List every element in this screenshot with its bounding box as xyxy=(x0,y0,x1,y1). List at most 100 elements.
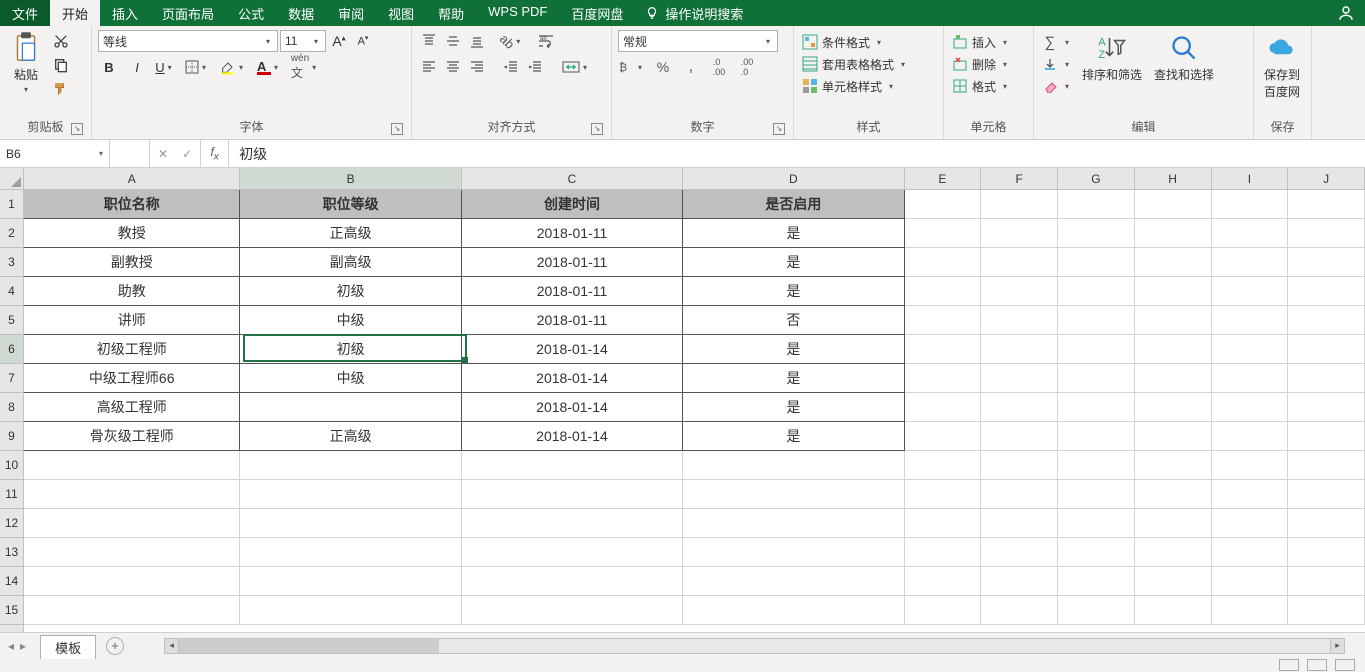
cell[interactable] xyxy=(1288,393,1365,422)
cell[interactable]: 2018-01-14 xyxy=(462,422,683,451)
cell[interactable] xyxy=(462,596,683,625)
cell[interactable] xyxy=(1135,480,1212,509)
cell[interactable] xyxy=(1058,596,1135,625)
cell[interactable] xyxy=(1135,219,1212,248)
copy-button[interactable] xyxy=(50,54,72,76)
cell[interactable] xyxy=(905,335,982,364)
accept-formula-button[interactable]: ✓ xyxy=(182,147,192,161)
cell[interactable] xyxy=(240,567,461,596)
cell[interactable] xyxy=(1058,277,1135,306)
save-baidu-button[interactable]: 保存到 百度网 xyxy=(1260,30,1304,102)
cell[interactable] xyxy=(1212,364,1289,393)
cell[interactable] xyxy=(1135,335,1212,364)
cell[interactable] xyxy=(1288,219,1365,248)
cell[interactable] xyxy=(462,567,683,596)
align-middle-button[interactable] xyxy=(442,30,464,52)
cell[interactable] xyxy=(1058,538,1135,567)
paste-button[interactable]: 粘贴 ▾ xyxy=(6,30,46,96)
cell[interactable] xyxy=(1212,596,1289,625)
align-bottom-button[interactable] xyxy=(466,30,488,52)
cell[interactable] xyxy=(1135,306,1212,335)
cell[interactable] xyxy=(24,596,240,625)
cell[interactable] xyxy=(1058,393,1135,422)
cell[interactable]: 中级 xyxy=(240,306,461,335)
sheet-tab[interactable]: 模板 xyxy=(40,635,96,659)
cell[interactable] xyxy=(1212,509,1289,538)
cell[interactable]: 正高级 xyxy=(240,422,461,451)
cell[interactable]: 副教授 xyxy=(24,248,240,277)
cell[interactable] xyxy=(1212,451,1289,480)
cell[interactable] xyxy=(905,596,982,625)
cell[interactable] xyxy=(1135,451,1212,480)
row-header[interactable]: 6 xyxy=(0,335,23,364)
alignment-launcher[interactable]: ↘ xyxy=(591,123,603,135)
cell[interactable] xyxy=(905,422,982,451)
scroll-right-button[interactable]: ▸ xyxy=(1330,639,1344,653)
insert-cells-button[interactable]: 插入 ▾ xyxy=(950,32,1012,52)
cell[interactable] xyxy=(1288,567,1365,596)
delete-cells-button[interactable]: 删除 ▾ xyxy=(950,54,1012,74)
number-launcher[interactable]: ↘ xyxy=(773,123,785,135)
cell[interactable] xyxy=(981,567,1058,596)
format-painter-button[interactable] xyxy=(50,78,72,100)
cell[interactable] xyxy=(683,451,904,480)
cell[interactable]: 是 xyxy=(683,422,904,451)
cell[interactable] xyxy=(1212,219,1289,248)
cell[interactable] xyxy=(905,509,982,538)
font-color-button[interactable]: A ▾ xyxy=(254,56,284,78)
horizontal-scrollbar[interactable]: ◂ ▸ xyxy=(164,638,1345,654)
cell[interactable]: 是否启用 xyxy=(683,190,904,219)
cell[interactable] xyxy=(1288,335,1365,364)
find-select-button[interactable]: 查找和选择 xyxy=(1150,30,1218,85)
row-header[interactable]: 14 xyxy=(0,567,23,596)
cell[interactable] xyxy=(462,451,683,480)
add-sheet-button[interactable]: + xyxy=(106,637,124,655)
cell[interactable]: 否 xyxy=(683,306,904,335)
increase-font-button[interactable]: A▴ xyxy=(328,30,350,52)
cell[interactable] xyxy=(1058,451,1135,480)
borders-button[interactable]: ▾ xyxy=(182,56,212,78)
cell[interactable] xyxy=(981,538,1058,567)
sheet-nav-first[interactable]: ◂ xyxy=(8,639,14,653)
comma-button[interactable]: , xyxy=(680,56,702,78)
column-header[interactable]: D xyxy=(683,168,904,189)
menu-help[interactable]: 帮助 xyxy=(426,0,476,26)
row-header[interactable]: 12 xyxy=(0,509,23,538)
cell[interactable] xyxy=(1058,480,1135,509)
cell[interactable] xyxy=(240,596,461,625)
cell[interactable]: 创建时间 xyxy=(462,190,683,219)
cell[interactable] xyxy=(683,480,904,509)
menu-wps-pdf[interactable]: WPS PDF xyxy=(476,0,559,26)
column-header[interactable]: J xyxy=(1288,168,1365,189)
cell[interactable] xyxy=(905,451,982,480)
cell[interactable] xyxy=(1288,190,1365,219)
cell[interactable] xyxy=(462,538,683,567)
cell[interactable] xyxy=(1135,277,1212,306)
cell[interactable] xyxy=(240,509,461,538)
cell[interactable] xyxy=(1135,190,1212,219)
align-left-button[interactable] xyxy=(418,56,440,78)
cell[interactable] xyxy=(1135,422,1212,451)
insert-function-button[interactable]: fx xyxy=(201,140,229,167)
column-header[interactable]: G xyxy=(1058,168,1135,189)
cell[interactable] xyxy=(462,480,683,509)
cell[interactable] xyxy=(1288,277,1365,306)
cell[interactable] xyxy=(24,509,240,538)
column-header[interactable]: A xyxy=(24,168,240,189)
scroll-thumb[interactable] xyxy=(179,639,439,653)
row-header[interactable]: 1 xyxy=(0,190,23,219)
cell-styles-button[interactable]: 单元格样式 ▾ xyxy=(800,76,898,96)
cell[interactable] xyxy=(1212,422,1289,451)
cell[interactable]: 初级工程师 xyxy=(24,335,240,364)
cell[interactable] xyxy=(240,451,461,480)
cell[interactable] xyxy=(1135,596,1212,625)
view-page-layout-button[interactable] xyxy=(1307,659,1327,671)
cell[interactable] xyxy=(1212,567,1289,596)
row-header[interactable]: 10 xyxy=(0,451,23,480)
cell[interactable] xyxy=(981,451,1058,480)
sheet-nav-next[interactable]: ▸ xyxy=(20,639,26,653)
cell[interactable]: 2018-01-11 xyxy=(462,248,683,277)
decrease-font-button[interactable]: A▾ xyxy=(352,30,374,52)
cell[interactable]: 2018-01-14 xyxy=(462,364,683,393)
cell[interactable]: 中级工程师66 xyxy=(24,364,240,393)
